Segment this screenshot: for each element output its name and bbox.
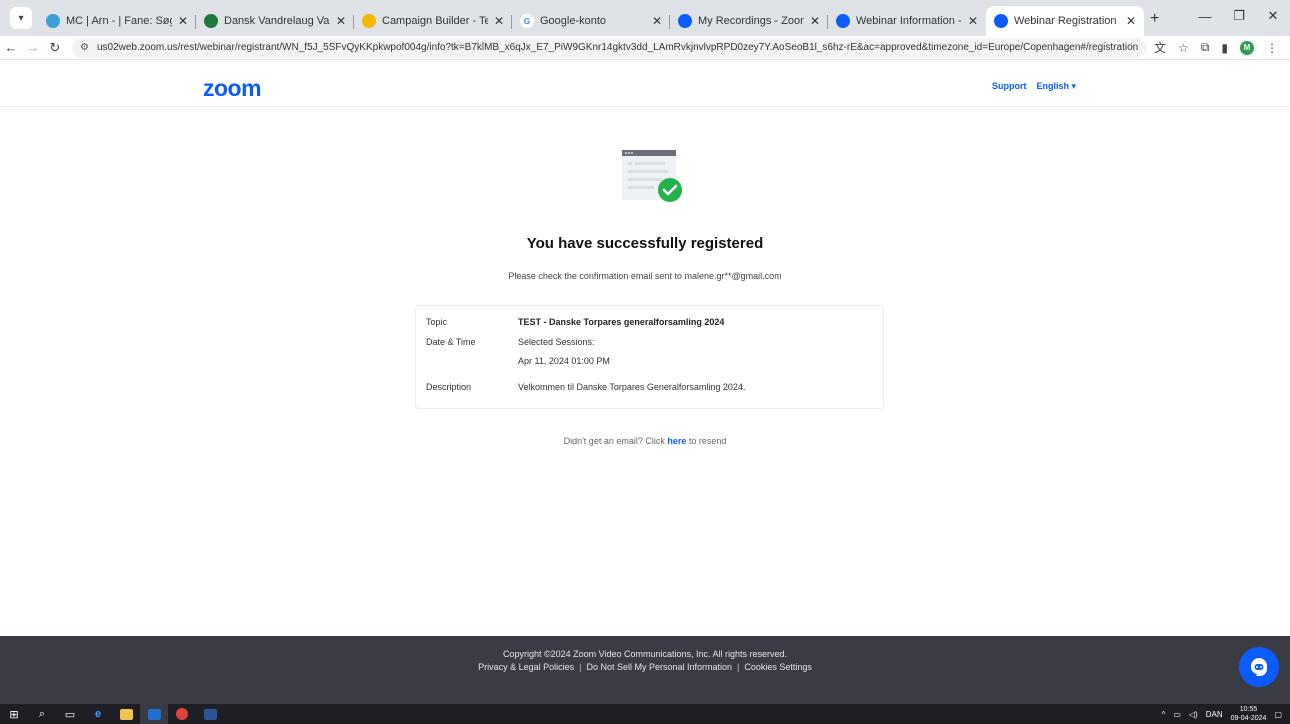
tab-close-icon[interactable]: ✕ — [968, 14, 978, 28]
browser-tab[interactable]: Campaign Builder - Template D ✕ — [354, 6, 512, 36]
minimize-icon[interactable]: — — [1188, 9, 1222, 24]
tab-close-icon[interactable]: ✕ — [1126, 14, 1136, 28]
outlook-icon[interactable] — [140, 704, 168, 724]
confirmation-message: Please check the confirmation email sent… — [508, 271, 782, 281]
description-value: Velkommen til Danske Torpares Generalfor… — [518, 382, 746, 392]
new-tab-button[interactable]: + — [1150, 10, 1159, 28]
profile-avatar[interactable]: M — [1240, 40, 1254, 55]
page-title: You have successfully registered — [526, 235, 764, 252]
restore-icon[interactable]: ❐ — [1222, 8, 1256, 24]
tab-title: MC | Arn - | Fane: Søg — [66, 15, 172, 27]
page-footer: Copyright ©2024 Zoom Video Communication… — [0, 636, 1290, 704]
notifications-icon[interactable]: ▢ — [1274, 710, 1282, 719]
address-bar[interactable]: ⚙ us02web.zoom.us/rest/webinar/registran… — [72, 37, 1147, 58]
chrome-icon[interactable] — [168, 704, 196, 724]
forward-icon[interactable]: → — [22, 40, 44, 55]
registration-success-illustration — [622, 150, 682, 202]
bookmark-star-icon[interactable]: ☆ — [1178, 41, 1189, 55]
topic-label: Topic — [426, 317, 448, 327]
edge-browser-icon[interactable]: e — [84, 704, 112, 724]
tray-chevron-icon[interactable]: ^ — [1162, 710, 1166, 719]
tab-title: Campaign Builder - Template D — [382, 15, 488, 27]
privacy-legal-link[interactable]: Privacy & Legal Policies — [478, 662, 574, 672]
windows-taskbar: ⊞ ⌕ ▭ e ^ ▭ ◁) DAN 10:55 09-04-2024 ▢ — [0, 704, 1290, 724]
zoom-header: zoom Support English ▾ — [0, 61, 1290, 107]
support-link[interactable]: Support — [992, 81, 1027, 92]
network-icon[interactable]: ▭ — [1173, 710, 1181, 719]
topic-value: TEST - Danske Torpares generalforsamling… — [518, 317, 725, 327]
tab-title: Webinar Registration - Zoom — [1014, 15, 1120, 27]
tab-favicon-icon: G — [520, 14, 534, 28]
tab-favicon-icon — [362, 14, 376, 28]
browser-tab[interactable]: G Google-konto ✕ — [512, 6, 670, 36]
cookies-settings-link[interactable]: Cookies Settings — [744, 662, 812, 672]
tab-title: Google-konto — [540, 15, 607, 27]
tab-close-icon[interactable]: ✕ — [494, 14, 504, 28]
footer-links: Privacy & Legal Policies | Do Not Sell My … — [478, 662, 812, 672]
description-label: Description — [426, 382, 472, 392]
do-not-sell-link[interactable]: Do Not Sell My Personal Information — [586, 662, 732, 672]
reload-icon[interactable]: ↻ — [44, 40, 66, 56]
resend-link[interactable]: here — [667, 436, 686, 446]
word-icon[interactable] — [196, 704, 224, 724]
file-explorer-icon[interactable] — [112, 704, 140, 724]
toolbar-actions: ⽂ ☆ ⧉ ▮ M ⋮ — [1154, 39, 1290, 56]
tab-title: Webinar Information - Zoom — [856, 15, 962, 27]
chat-support-button[interactable] — [1239, 647, 1279, 687]
close-window-icon[interactable]: ✕ — [1256, 8, 1290, 24]
tab-search-chevron-icon[interactable]: ▾ — [10, 7, 32, 29]
translate-icon[interactable]: ⽂ — [1154, 39, 1166, 56]
browser-tab[interactable]: Dansk Vandrelaug Vandretur: L ✕ — [196, 6, 354, 36]
side-panel-icon[interactable]: ▮ — [1221, 41, 1228, 55]
language-dropdown[interactable]: English ▾ — [1037, 81, 1077, 92]
search-icon[interactable]: ⌕ — [28, 704, 56, 724]
site-settings-icon[interactable]: ⚙ — [80, 42, 89, 53]
browser-tab-active[interactable]: Webinar Registration - Zoom ✕ — [986, 6, 1144, 36]
browser-tab[interactable]: Webinar Information - Zoom ✕ — [828, 6, 986, 36]
resend-email-text: Didn't get an email? Click here to resen… — [0, 436, 1290, 446]
clock[interactable]: 10:55 09-04-2024 — [1231, 705, 1267, 723]
session-value: Apr 11, 2024 01:00 PM — [518, 356, 610, 366]
window-controls: — ❐ ✕ — [1188, 0, 1290, 32]
tab-close-icon[interactable]: ✕ — [652, 14, 662, 28]
copyright-text: Copyright ©2024 Zoom Video Communication… — [502, 649, 788, 659]
browser-tab[interactable]: My Recordings - Zoom ✕ — [670, 6, 828, 36]
tab-favicon-icon — [204, 14, 218, 28]
browser-tab-strip: ▾ MC | Arn - | Fane: Søg ✕ Dansk Vandrel… — [0, 0, 1290, 36]
tab-favicon-icon — [836, 14, 850, 28]
tab-close-icon[interactable]: ✕ — [336, 14, 346, 28]
browser-tab[interactable]: MC | Arn - | Fane: Søg ✕ — [38, 6, 196, 36]
header-links: Support English ▾ — [992, 81, 1076, 92]
extensions-icon[interactable]: ⧉ — [1201, 40, 1210, 55]
resend-prefix: Didn't get an email? Click — [563, 436, 665, 446]
tab-favicon-icon — [678, 14, 692, 28]
windows-start-icon[interactable]: ⊞ — [0, 704, 28, 724]
menu-kebab-icon[interactable]: ⋮ — [1266, 41, 1278, 55]
tab-list: MC | Arn - | Fane: Søg ✕ Dansk Vandrelau… — [38, 0, 1144, 36]
keyboard-language[interactable]: DAN — [1206, 710, 1223, 719]
tab-close-icon[interactable]: ✕ — [178, 14, 188, 28]
zoom-logo[interactable]: zoom — [203, 75, 262, 102]
tab-title: My Recordings - Zoom — [698, 15, 804, 27]
datetime-label: Date & Time — [426, 337, 476, 347]
url-text: us02web.zoom.us/rest/webinar/registrant/… — [96, 42, 1139, 53]
task-view-icon[interactable]: ▭ — [56, 704, 84, 724]
browser-toolbar: ← → ↻ ⚙ us02web.zoom.us/rest/webinar/reg… — [0, 36, 1290, 60]
back-icon[interactable]: ← — [0, 40, 22, 55]
tab-favicon-icon — [994, 14, 1008, 28]
clock-time: 10:55 — [1239, 706, 1258, 713]
success-check-icon — [658, 178, 682, 202]
webinar-details-card: Topic TEST - Danske Torpares generalfors… — [415, 305, 884, 409]
clock-date: 09-04-2024 — [1230, 715, 1267, 722]
tab-close-icon[interactable]: ✕ — [810, 14, 820, 28]
resend-suffix: to resend — [688, 436, 727, 446]
tab-title: Dansk Vandrelaug Vandretur: L — [224, 15, 330, 27]
chat-bot-icon — [1251, 658, 1267, 676]
tab-favicon-icon — [46, 14, 60, 28]
system-tray: ^ ▭ ◁) DAN 10:55 09-04-2024 ▢ — [1162, 704, 1282, 724]
volume-icon[interactable]: ◁) — [1189, 710, 1198, 719]
sessions-label: Selected Sessions: — [518, 337, 595, 347]
